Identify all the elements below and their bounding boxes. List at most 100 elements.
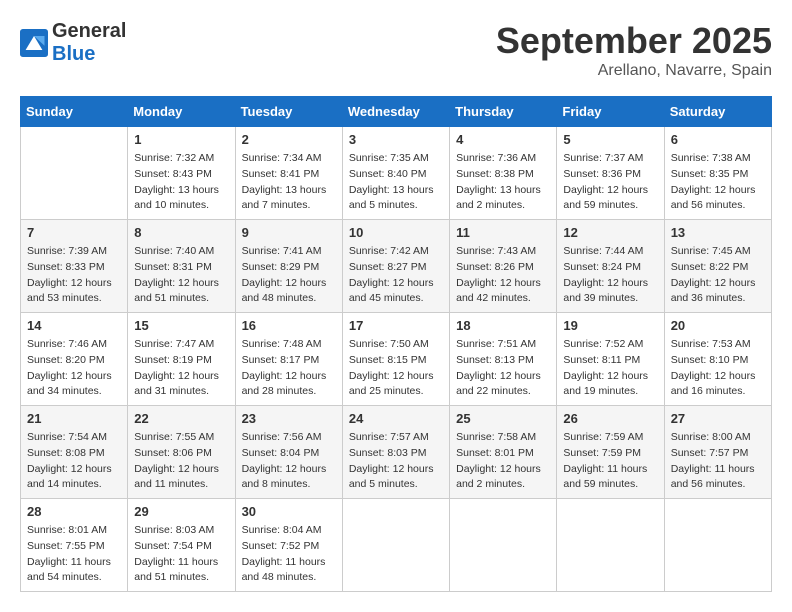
day-info: Sunrise: 7:54 AM Sunset: 8:08 PM Dayligh… xyxy=(27,430,121,493)
day-number: 1 xyxy=(134,132,228,147)
day-info: Sunrise: 8:03 AM Sunset: 7:54 PM Dayligh… xyxy=(134,523,228,586)
day-info: Sunrise: 7:53 AM Sunset: 8:10 PM Dayligh… xyxy=(671,337,765,400)
calendar-week-row: 7 Sunrise: 7:39 AM Sunset: 8:33 PM Daylig… xyxy=(21,220,772,313)
day-info: Sunrise: 7:45 AM Sunset: 8:22 PM Dayligh… xyxy=(671,244,765,307)
day-of-week-header: Monday xyxy=(128,97,235,127)
day-number: 11 xyxy=(456,225,550,240)
calendar-day-cell: 9 Sunrise: 7:41 AM Sunset: 8:29 PM Daylig… xyxy=(235,220,342,313)
empty-cell xyxy=(664,499,771,592)
calendar-week-row: 28Sunrise: 8:01 AM Sunset: 7:55 PM Dayli… xyxy=(21,499,772,592)
day-number: 19 xyxy=(563,318,657,333)
calendar-day-cell: 1 Sunrise: 7:32 AM Sunset: 8:43 PM Daylig… xyxy=(128,127,235,220)
calendar-day-cell: 13 Sunrise: 7:45 AM Sunset: 8:22 PM Dayli… xyxy=(664,220,771,313)
day-info: Sunrise: 8:00 AM Sunset: 7:57 PM Dayligh… xyxy=(671,430,765,493)
day-of-week-header: Sunday xyxy=(21,97,128,127)
day-info: Sunrise: 7:44 AM Sunset: 8:24 PM Dayligh… xyxy=(563,244,657,307)
calendar-day-cell: 18Sunrise: 7:51 AM Sunset: 8:13 PM Dayli… xyxy=(450,313,557,406)
day-info: Sunrise: 7:34 AM Sunset: 8:41 PM Dayligh… xyxy=(242,151,336,214)
logo: General Blue xyxy=(20,20,126,66)
empty-cell xyxy=(342,499,449,592)
day-info: Sunrise: 8:01 AM Sunset: 7:55 PM Dayligh… xyxy=(27,523,121,586)
calendar-day-cell: 22 Sunrise: 7:55 AM Sunset: 8:06 PM Dayli… xyxy=(128,406,235,499)
day-info: Sunrise: 8:04 AM Sunset: 7:52 PM Dayligh… xyxy=(242,523,336,586)
logo-icon xyxy=(20,29,48,57)
day-info: Sunrise: 7:55 AM Sunset: 8:06 PM Dayligh… xyxy=(134,430,228,493)
day-number: 16 xyxy=(242,318,336,333)
calendar-day-cell: 5 Sunrise: 7:37 AM Sunset: 8:36 PM Daylig… xyxy=(557,127,664,220)
day-number: 24 xyxy=(349,411,443,426)
day-of-week-header: Wednesday xyxy=(342,97,449,127)
day-number: 20 xyxy=(671,318,765,333)
day-info: Sunrise: 7:46 AM Sunset: 8:20 PM Dayligh… xyxy=(27,337,121,400)
day-number: 14 xyxy=(27,318,121,333)
calendar-week-row: 1 Sunrise: 7:32 AM Sunset: 8:43 PM Daylig… xyxy=(21,127,772,220)
day-number: 15 xyxy=(134,318,228,333)
calendar-week-row: 14 Sunrise: 7:46 AM Sunset: 8:20 PM Dayli… xyxy=(21,313,772,406)
day-info: Sunrise: 7:59 AM Sunset: 7:59 PM Dayligh… xyxy=(563,430,657,493)
day-info: Sunrise: 7:39 AM Sunset: 8:33 PM Dayligh… xyxy=(27,244,121,307)
day-of-week-header: Thursday xyxy=(450,97,557,127)
day-number: 7 xyxy=(27,225,121,240)
day-info: Sunrise: 7:57 AM Sunset: 8:03 PM Dayligh… xyxy=(349,430,443,493)
empty-cell xyxy=(557,499,664,592)
calendar-day-cell: 17 Sunrise: 7:50 AM Sunset: 8:15 PM Dayli… xyxy=(342,313,449,406)
day-number: 21 xyxy=(27,411,121,426)
day-number: 3 xyxy=(349,132,443,147)
day-number: 18 xyxy=(456,318,550,333)
empty-cell xyxy=(450,499,557,592)
day-info: Sunrise: 7:50 AM Sunset: 8:15 PM Dayligh… xyxy=(349,337,443,400)
day-number: 4 xyxy=(456,132,550,147)
calendar-day-cell: 2Sunrise: 7:34 AM Sunset: 8:41 PM Daylig… xyxy=(235,127,342,220)
day-number: 30 xyxy=(242,504,336,519)
calendar-day-cell: 10Sunrise: 7:42 AM Sunset: 8:27 PM Dayli… xyxy=(342,220,449,313)
calendar-day-cell: 15 Sunrise: 7:47 AM Sunset: 8:19 PM Dayli… xyxy=(128,313,235,406)
day-of-week-header: Friday xyxy=(557,97,664,127)
day-number: 26 xyxy=(563,411,657,426)
month-title: September 2025 xyxy=(496,20,772,62)
day-number: 29 xyxy=(134,504,228,519)
calendar-table: SundayMondayTuesdayWednesdayThursdayFrid… xyxy=(20,96,772,592)
day-info: Sunrise: 7:52 AM Sunset: 8:11 PM Dayligh… xyxy=(563,337,657,400)
calendar-day-cell: 21 Sunrise: 7:54 AM Sunset: 8:08 PM Dayli… xyxy=(21,406,128,499)
day-info: Sunrise: 7:37 AM Sunset: 8:36 PM Dayligh… xyxy=(563,151,657,214)
calendar-day-cell: 24 Sunrise: 7:57 AM Sunset: 8:03 PM Dayli… xyxy=(342,406,449,499)
calendar-day-cell: 20 Sunrise: 7:53 AM Sunset: 8:10 PM Dayli… xyxy=(664,313,771,406)
day-number: 13 xyxy=(671,225,765,240)
day-of-week-header: Tuesday xyxy=(235,97,342,127)
logo-text: General Blue xyxy=(52,20,126,66)
calendar-day-cell: 3 Sunrise: 7:35 AM Sunset: 8:40 PM Daylig… xyxy=(342,127,449,220)
day-number: 9 xyxy=(242,225,336,240)
day-number: 23 xyxy=(242,411,336,426)
calendar-day-cell: 7 Sunrise: 7:39 AM Sunset: 8:33 PM Daylig… xyxy=(21,220,128,313)
day-info: Sunrise: 7:47 AM Sunset: 8:19 PM Dayligh… xyxy=(134,337,228,400)
day-info: Sunrise: 7:41 AM Sunset: 8:29 PM Dayligh… xyxy=(242,244,336,307)
location: Arellano, Navarre, Spain xyxy=(496,62,772,80)
day-info: Sunrise: 7:56 AM Sunset: 8:04 PM Dayligh… xyxy=(242,430,336,493)
day-info: Sunrise: 7:36 AM Sunset: 8:38 PM Dayligh… xyxy=(456,151,550,214)
calendar-day-cell: 11Sunrise: 7:43 AM Sunset: 8:26 PM Dayli… xyxy=(450,220,557,313)
day-number: 5 xyxy=(563,132,657,147)
day-info: Sunrise: 7:58 AM Sunset: 8:01 PM Dayligh… xyxy=(456,430,550,493)
day-number: 22 xyxy=(134,411,228,426)
day-number: 12 xyxy=(563,225,657,240)
calendar-day-cell: 19 Sunrise: 7:52 AM Sunset: 8:11 PM Dayli… xyxy=(557,313,664,406)
calendar-day-cell: 12 Sunrise: 7:44 AM Sunset: 8:24 PM Dayli… xyxy=(557,220,664,313)
calendar-day-cell: 16Sunrise: 7:48 AM Sunset: 8:17 PM Dayli… xyxy=(235,313,342,406)
calendar-day-cell: 30 Sunrise: 8:04 AM Sunset: 7:52 PM Dayli… xyxy=(235,499,342,592)
page-header: General Blue September 2025 Arellano, Na… xyxy=(20,20,772,80)
calendar-body: 1 Sunrise: 7:32 AM Sunset: 8:43 PM Daylig… xyxy=(21,127,772,592)
calendar-day-cell: 4 Sunrise: 7:36 AM Sunset: 8:38 PM Daylig… xyxy=(450,127,557,220)
day-info: Sunrise: 7:35 AM Sunset: 8:40 PM Dayligh… xyxy=(349,151,443,214)
day-number: 17 xyxy=(349,318,443,333)
calendar-day-cell: 29 Sunrise: 8:03 AM Sunset: 7:54 PM Dayli… xyxy=(128,499,235,592)
calendar-day-cell: 6Sunrise: 7:38 AM Sunset: 8:35 PM Daylig… xyxy=(664,127,771,220)
day-number: 8 xyxy=(134,225,228,240)
calendar-day-cell: 14 Sunrise: 7:46 AM Sunset: 8:20 PM Dayli… xyxy=(21,313,128,406)
calendar-day-cell: 8Sunrise: 7:40 AM Sunset: 8:31 PM Daylig… xyxy=(128,220,235,313)
day-info: Sunrise: 7:42 AM Sunset: 8:27 PM Dayligh… xyxy=(349,244,443,307)
day-info: Sunrise: 7:32 AM Sunset: 8:43 PM Dayligh… xyxy=(134,151,228,214)
calendar-header-row: SundayMondayTuesdayWednesdayThursdayFrid… xyxy=(21,97,772,127)
calendar-day-cell: 28Sunrise: 8:01 AM Sunset: 7:55 PM Dayli… xyxy=(21,499,128,592)
day-info: Sunrise: 7:38 AM Sunset: 8:35 PM Dayligh… xyxy=(671,151,765,214)
calendar-day-cell: 26 Sunrise: 7:59 AM Sunset: 7:59 PM Dayli… xyxy=(557,406,664,499)
